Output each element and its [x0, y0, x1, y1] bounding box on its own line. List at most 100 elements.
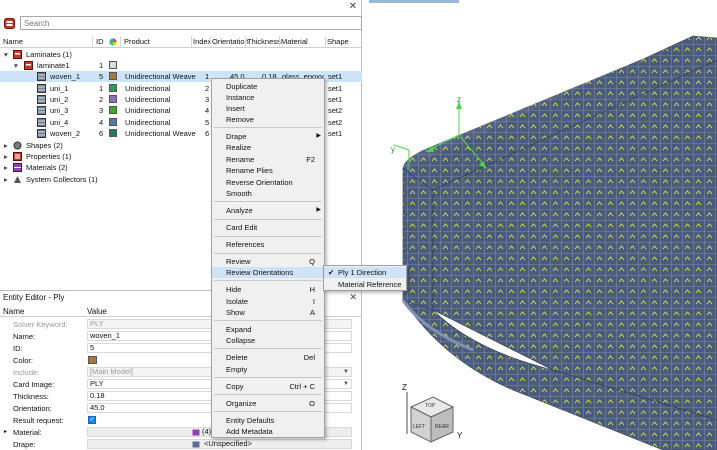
- menu-item-instance[interactable]: Instance: [212, 92, 324, 103]
- menu-item-references[interactable]: References: [212, 239, 324, 250]
- menu-item-organize[interactable]: Organize O: [212, 398, 324, 409]
- axis-x-label: x: [477, 165, 481, 174]
- menu-item-add-metadata[interactable]: Add Metadata: [212, 426, 324, 437]
- menu-separator: [214, 280, 322, 281]
- ply-color-swatch[interactable]: [109, 72, 117, 80]
- menu-separator: [214, 127, 322, 128]
- tree-item-label: Shapes (2): [26, 141, 63, 150]
- menu-item-review[interactable]: Review Q: [212, 256, 324, 267]
- menu-separator: [214, 377, 322, 378]
- view-cube-left[interactable]: LEFT: [413, 424, 425, 430]
- ply-color-swatch[interactable]: [109, 129, 117, 137]
- ply-name: woven_1: [50, 72, 81, 81]
- menu-item-hide[interactable]: Hide H: [212, 284, 324, 295]
- menu-separator: [214, 411, 322, 412]
- menu-item-show[interactable]: Show A: [212, 307, 324, 318]
- menu-item-delete[interactable]: Delete Del: [212, 352, 324, 363]
- column-shape[interactable]: Shape: [327, 37, 349, 46]
- submenu-item-material-reference[interactable]: Material Reference: [324, 279, 406, 290]
- ply-color-swatch[interactable]: [109, 84, 117, 92]
- model-browser-icon[interactable]: [4, 17, 15, 29]
- column-orientation[interactable]: Orientation: [212, 37, 249, 46]
- expand-arrow-icon[interactable]: ▸: [4, 141, 8, 150]
- material-icon: [192, 429, 200, 436]
- entity-editor-close-button[interactable]: ✕: [349, 292, 357, 303]
- collapse-arrow-icon[interactable]: ▾: [14, 61, 18, 70]
- ply-color-swatch[interactable]: [109, 95, 117, 103]
- ply-shape: set1: [328, 95, 343, 104]
- menu-item-realize[interactable]: Realize: [212, 142, 324, 153]
- ply-direction-axes: [393, 101, 487, 170]
- ply-product: Unidirectional: [125, 84, 171, 93]
- search-input[interactable]: [23, 18, 344, 28]
- view-cube-rear[interactable]: REAR: [435, 424, 449, 430]
- menu-item-rename[interactable]: Rename F2: [212, 154, 324, 165]
- collapse-arrow-icon[interactable]: ▾: [4, 50, 8, 59]
- view-cube[interactable]: [401, 392, 461, 450]
- column-id[interactable]: ID: [96, 37, 104, 46]
- expand-arrow-icon[interactable]: ▸: [4, 175, 8, 184]
- materials-icon: [13, 163, 22, 172]
- laminate-mesh-model[interactable]: [363, 0, 717, 450]
- graphics-viewport[interactable]: z y x Z Y TOP LEFT REAR: [363, 0, 717, 450]
- system-collector-icon: [14, 176, 21, 183]
- ply-index: 1: [205, 72, 210, 81]
- menu-item-isolate[interactable]: Isolate I: [212, 296, 324, 307]
- expand-arrow-icon[interactable]: ▸: [4, 152, 8, 161]
- chevron-down-icon: ▼: [343, 381, 349, 387]
- tree-column-header: Name ID Product Index Orientation Thickn…: [0, 36, 362, 48]
- ply-name: uni_4: [50, 118, 69, 127]
- ply-color-swatch[interactable]: [109, 118, 117, 126]
- ply-shape: set2: [328, 106, 343, 115]
- column-name[interactable]: Name: [3, 37, 23, 46]
- tree-item-label: Materials (2): [26, 163, 68, 172]
- drape-selector[interactable]: <Unspecified>: [87, 439, 352, 449]
- ply-shape: set1: [328, 72, 343, 81]
- menu-item-analyze[interactable]: Analyze ▶: [212, 205, 324, 216]
- tree-item-label: laminate1: [37, 61, 70, 70]
- review-orientations-submenu: ✔ Ply 1 Direction Material Reference: [323, 265, 407, 291]
- menu-item-collapse[interactable]: Collapse: [212, 335, 324, 346]
- menu-item-smooth[interactable]: Smooth: [212, 188, 324, 199]
- menu-item-copy[interactable]: Copy Ctrl + C: [212, 381, 324, 392]
- ply-icon: [37, 72, 46, 81]
- menu-item-insert[interactable]: Insert: [212, 103, 324, 114]
- menu-item-empty[interactable]: Empty: [212, 364, 324, 375]
- menu-item-remove[interactable]: Remove: [212, 114, 324, 125]
- tree-item-label: System Collectors (1): [26, 175, 98, 184]
- menu-item-rename-plies[interactable]: Rename Plies: [212, 165, 324, 176]
- browser-close-button[interactable]: ✕: [349, 1, 357, 12]
- shapes-icon: [13, 141, 22, 150]
- submenu-item-ply-1-direction[interactable]: ✔ Ply 1 Direction: [324, 267, 406, 278]
- tree-item-laminate1[interactable]: ▾ laminate1 1: [0, 60, 362, 71]
- expand-arrow-icon[interactable]: ▸: [4, 428, 7, 435]
- submenu-arrow-icon: ▶: [316, 133, 321, 139]
- laminate-color-swatch[interactable]: [109, 61, 117, 69]
- menu-item-drape[interactable]: Drape ▶: [212, 131, 324, 142]
- column-thickness[interactable]: Thickness: [247, 37, 281, 46]
- chevron-down-icon: ▼: [343, 369, 349, 375]
- menu-item-card-edit[interactable]: Card Edit: [212, 222, 324, 233]
- ply-id: 2: [99, 95, 104, 104]
- menu-separator: [214, 253, 322, 254]
- menu-item-review-orientations[interactable]: Review Orientations: [212, 267, 324, 278]
- tree-item-laminates[interactable]: ▾ Laminates (1): [0, 49, 362, 60]
- view-cube-top[interactable]: TOP: [425, 403, 435, 409]
- menu-item-entity-defaults[interactable]: Entity Defaults: [212, 415, 324, 426]
- axis-y-label: y: [391, 145, 395, 154]
- result-request-checkbox[interactable]: ✓: [88, 416, 96, 424]
- menu-item-reverse-orientation[interactable]: Reverse Orientation: [212, 177, 324, 188]
- color-swatch-button[interactable]: [88, 356, 97, 364]
- menu-separator: [214, 348, 322, 349]
- column-material[interactable]: Material: [281, 37, 308, 46]
- expand-arrow-icon[interactable]: ▸: [4, 163, 8, 172]
- column-product[interactable]: Product: [124, 37, 150, 46]
- ply-color-swatch[interactable]: [109, 106, 117, 114]
- ply-icon: [37, 129, 46, 138]
- column-index[interactable]: Index: [193, 37, 211, 46]
- laminate-icon: [13, 50, 22, 59]
- menu-item-expand[interactable]: Expand: [212, 324, 324, 335]
- ply-icon: [37, 106, 46, 115]
- menu-item-duplicate[interactable]: Duplicate: [212, 81, 324, 92]
- search-box[interactable]: [19, 16, 362, 30]
